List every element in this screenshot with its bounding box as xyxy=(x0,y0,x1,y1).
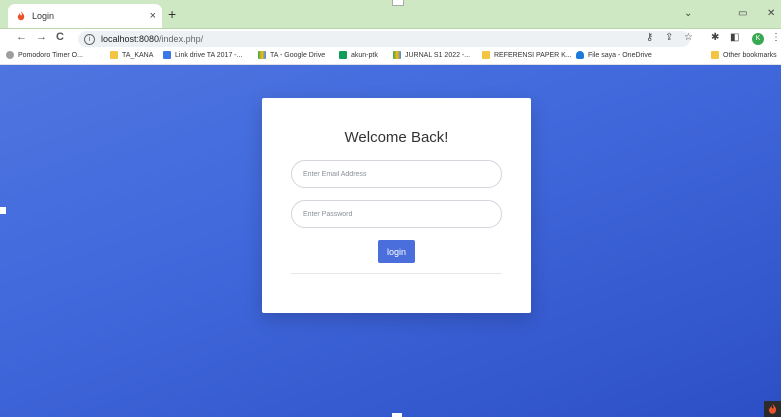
login-card: Welcome Back! login xyxy=(262,98,531,313)
folder-icon xyxy=(711,51,719,59)
email-field[interactable] xyxy=(291,160,502,188)
bookmark-item[interactable]: JURNAL S1 2022 -... xyxy=(393,51,470,59)
login-button[interactable]: login xyxy=(378,240,415,263)
bookmark-label: File saya - OneDrive xyxy=(588,51,652,59)
tab-login[interactable]: Login × xyxy=(8,4,162,28)
tab-close-icon[interactable]: × xyxy=(150,10,156,22)
bookmark-label: JURNAL S1 2022 -... xyxy=(405,51,471,59)
url-path: /index.php/ xyxy=(159,34,204,44)
new-tab-button[interactable]: + xyxy=(168,6,176,22)
folder-icon xyxy=(482,51,490,59)
flame-icon xyxy=(768,403,777,414)
site-info-icon[interactable]: i xyxy=(84,33,95,45)
restore-window-icon[interactable]: ▭ xyxy=(738,8,747,19)
url-text: localhost:8080/index.php/ xyxy=(101,34,203,44)
taskbar-app-icon[interactable] xyxy=(764,401,781,417)
bookmark-item[interactable]: TA_KANA xyxy=(110,51,153,59)
bookmarks-bar: Pomodoro Timer O... TA_KANA Link drive T… xyxy=(0,49,781,65)
bookmark-label: TA - Google Drive xyxy=(270,51,326,59)
side-panel-icon[interactable]: ◧ xyxy=(730,32,739,43)
sheets-icon xyxy=(339,51,347,59)
forward-button[interactable]: → xyxy=(36,31,47,43)
bookmark-label: akun-ptk xyxy=(351,51,378,59)
bookmark-item[interactable]: TA - Google Drive xyxy=(258,51,325,59)
password-field[interactable] xyxy=(291,200,502,228)
window-grip xyxy=(392,413,402,417)
menu-icon[interactable]: ⋮ xyxy=(771,32,781,43)
page-title: Welcome Back! xyxy=(344,129,449,146)
google-drive-icon xyxy=(393,51,401,59)
bookmark-label: REFERENSI PAPER K... xyxy=(494,51,572,59)
key-icon[interactable]: ⚷ xyxy=(646,32,653,43)
bookmark-label: TA_KANA xyxy=(122,51,154,59)
tab-strip: Login × + ⌄ ▭ ✕ xyxy=(0,0,781,29)
address-bar[interactable]: i localhost:8080/index.php/ xyxy=(78,31,690,47)
other-bookmarks[interactable]: Other bookmarks xyxy=(711,51,777,59)
login-page: Welcome Back! login xyxy=(0,65,781,417)
url-host: localhost:8080 xyxy=(101,34,160,44)
bookmark-star-icon[interactable]: ☆ xyxy=(684,32,693,43)
onedrive-icon xyxy=(576,51,584,59)
profile-avatar[interactable]: K xyxy=(752,33,764,45)
bookmark-icon xyxy=(6,51,14,59)
resize-handle xyxy=(0,207,6,214)
bookmark-item[interactable]: File saya - OneDrive xyxy=(576,51,652,59)
bookmark-item[interactable]: REFERENSI PAPER K... xyxy=(482,51,572,59)
bookmark-item[interactable]: akun-ptk xyxy=(339,51,378,59)
window-grip xyxy=(392,0,404,6)
folder-icon xyxy=(110,51,118,59)
reload-button[interactable]: C xyxy=(56,31,64,43)
back-button[interactable]: ← xyxy=(16,31,27,43)
google-drive-icon xyxy=(258,51,266,59)
extensions-icon[interactable]: ✱ xyxy=(711,32,719,43)
divider xyxy=(291,273,502,274)
docs-icon xyxy=(163,51,171,59)
tab-title: Login xyxy=(32,11,55,21)
browser-toolbar: ← → C i localhost:8080/index.php/ ⚷ ⇪ ☆ … xyxy=(0,29,781,49)
share-icon[interactable]: ⇪ xyxy=(665,32,673,43)
bookmark-item[interactable]: Pomodoro Timer O... xyxy=(6,51,83,59)
bookmark-label: Pomodoro Timer O... xyxy=(18,51,83,59)
tab-search-icon[interactable]: ⌄ xyxy=(684,8,692,19)
bookmark-label: Link drive TA 2017 -... xyxy=(175,51,243,59)
flame-favicon-icon xyxy=(17,11,25,21)
other-bookmarks-label: Other bookmarks xyxy=(723,51,777,59)
close-window-icon[interactable]: ✕ xyxy=(767,8,775,19)
bookmark-item[interactable]: Link drive TA 2017 -... xyxy=(163,51,242,59)
